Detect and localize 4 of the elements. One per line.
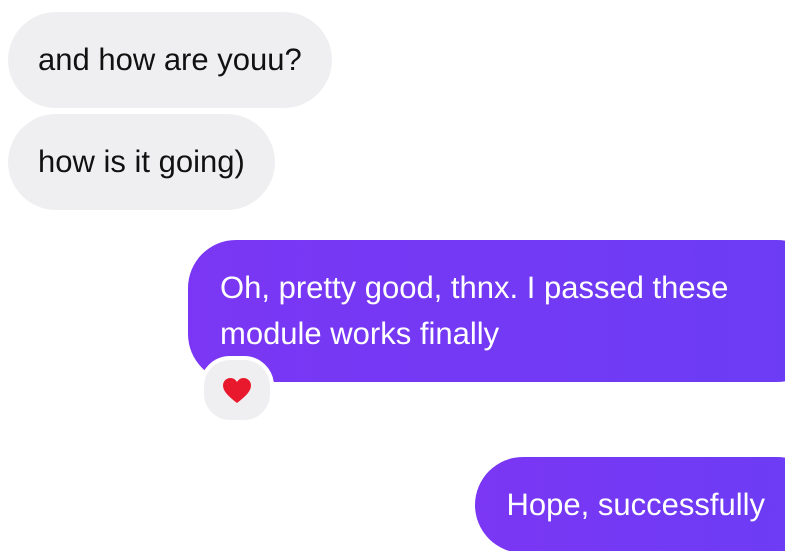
sent-message: Hope, successfully	[474, 457, 785, 551]
received-message: and how are youu?	[8, 12, 332, 108]
sent-message: Oh, pretty good, thnx. I passed these module works finally	[188, 240, 785, 382]
received-message: how is it going)	[8, 114, 275, 210]
